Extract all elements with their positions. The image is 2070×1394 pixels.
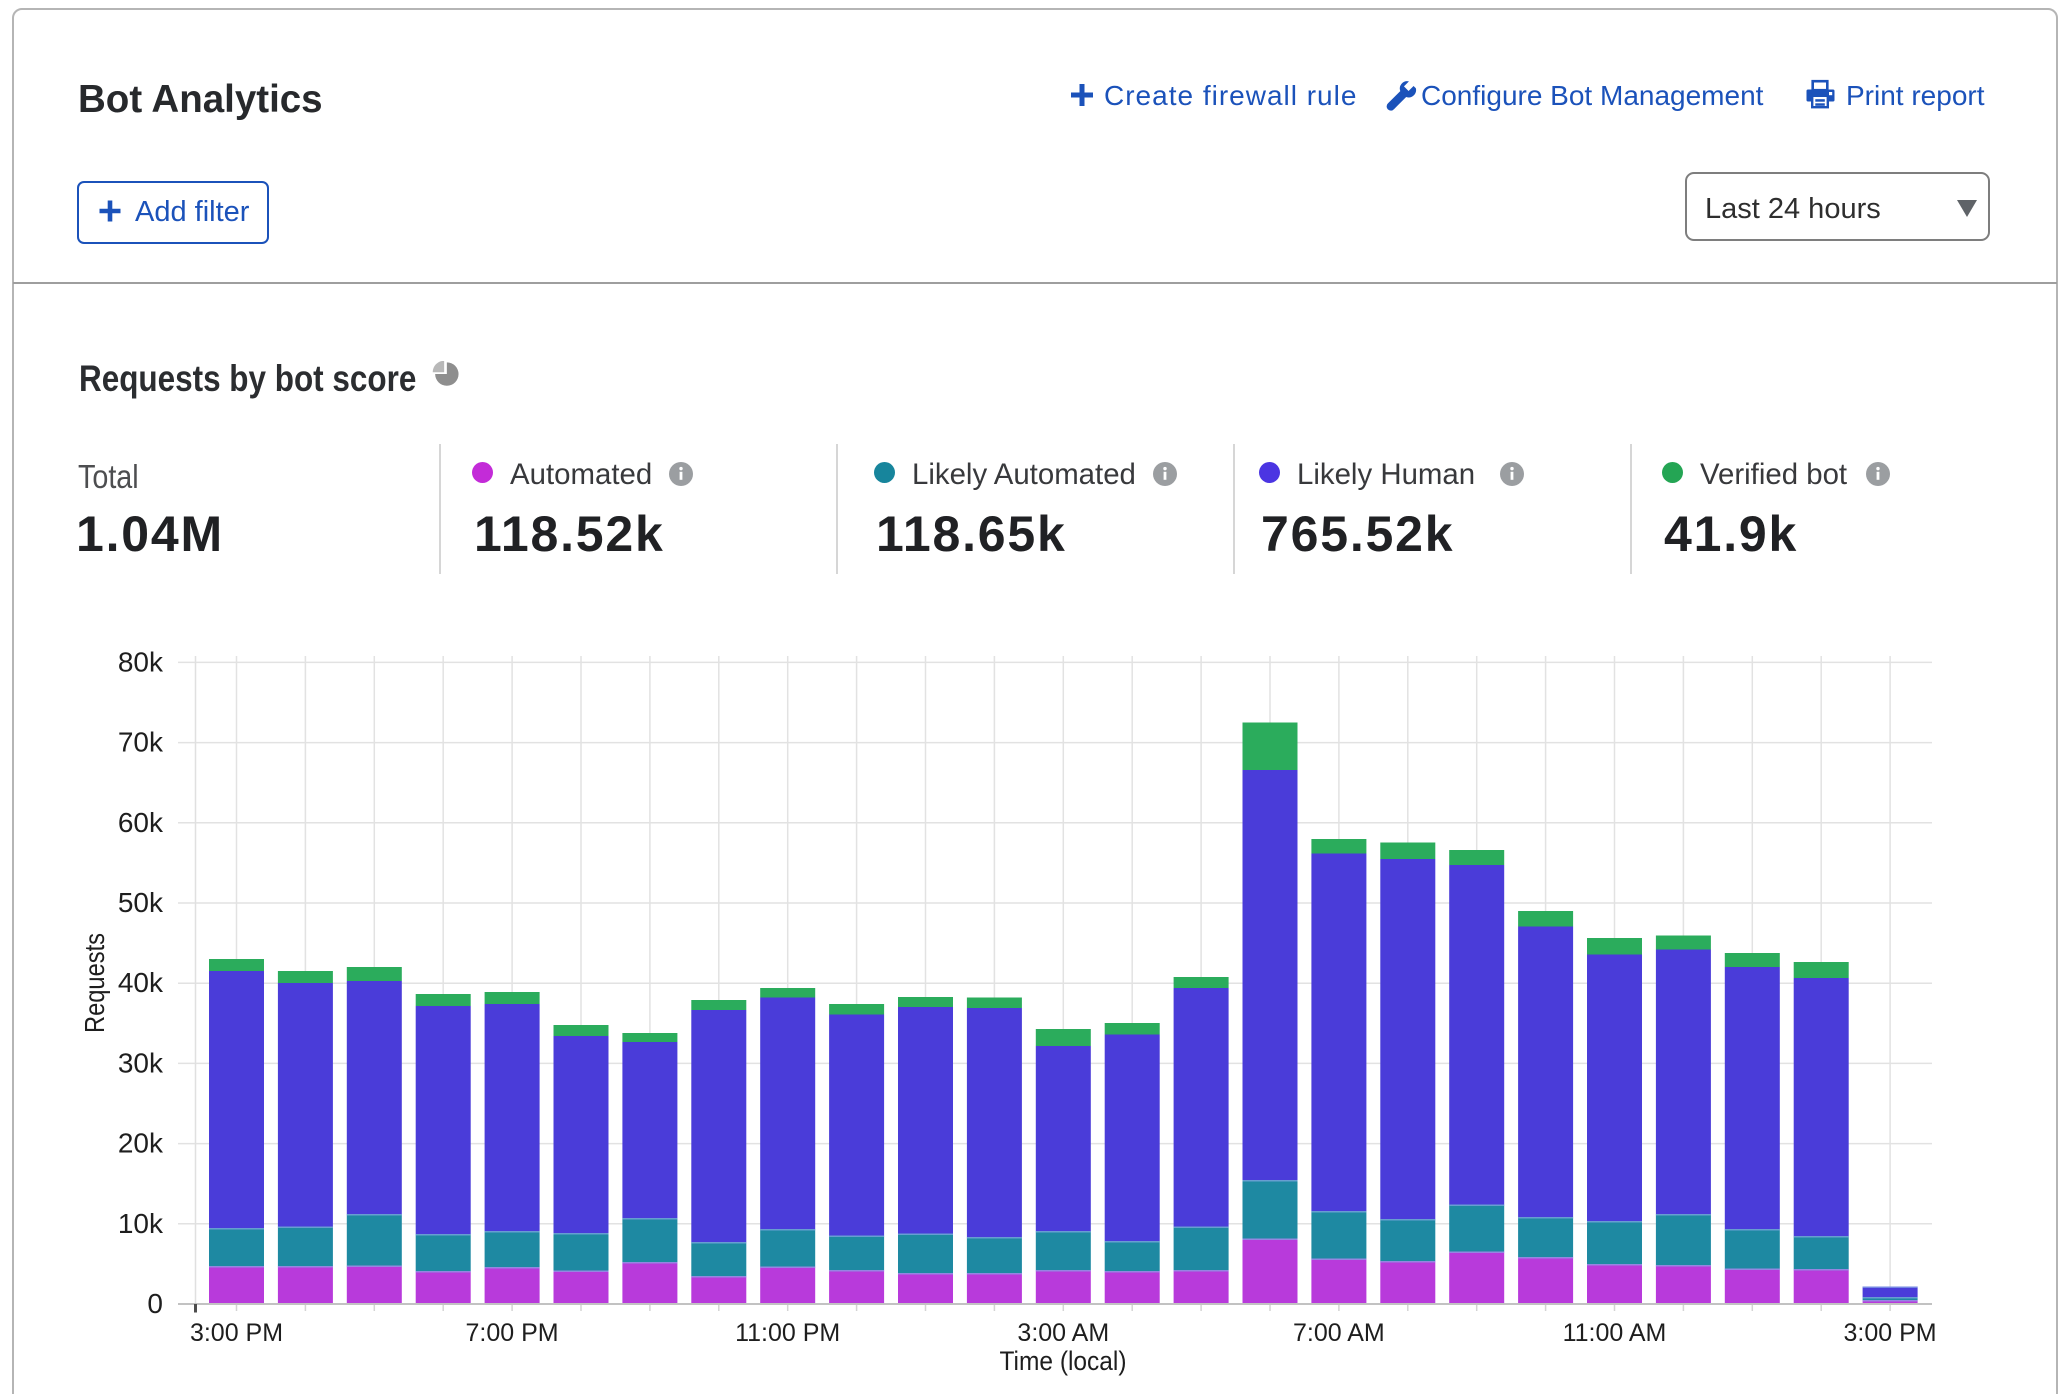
svg-text:Requests: Requests [79, 933, 110, 1033]
svg-text:3:00 AM: 3:00 AM [1017, 1319, 1109, 1347]
svg-text:10k: 10k [118, 1208, 164, 1239]
svg-text:3:00 PM: 3:00 PM [1844, 1319, 1937, 1347]
svg-text:60k: 60k [118, 807, 164, 838]
svg-text:11:00 AM: 11:00 AM [1563, 1319, 1667, 1347]
svg-text:30k: 30k [118, 1047, 164, 1078]
svg-text:20k: 20k [118, 1128, 164, 1159]
svg-text:Time (local): Time (local) [1000, 1346, 1127, 1376]
svg-text:7:00 AM: 7:00 AM [1293, 1319, 1385, 1347]
svg-text:7:00 PM: 7:00 PM [466, 1319, 559, 1347]
svg-text:11:00 PM: 11:00 PM [735, 1319, 840, 1347]
svg-text:3:00 PM: 3:00 PM [190, 1319, 283, 1347]
svg-text:80k: 80k [118, 646, 164, 677]
svg-text:40k: 40k [118, 967, 164, 998]
svg-text:50k: 50k [118, 887, 164, 918]
svg-text:70k: 70k [118, 727, 164, 758]
svg-text:0: 0 [147, 1288, 163, 1319]
